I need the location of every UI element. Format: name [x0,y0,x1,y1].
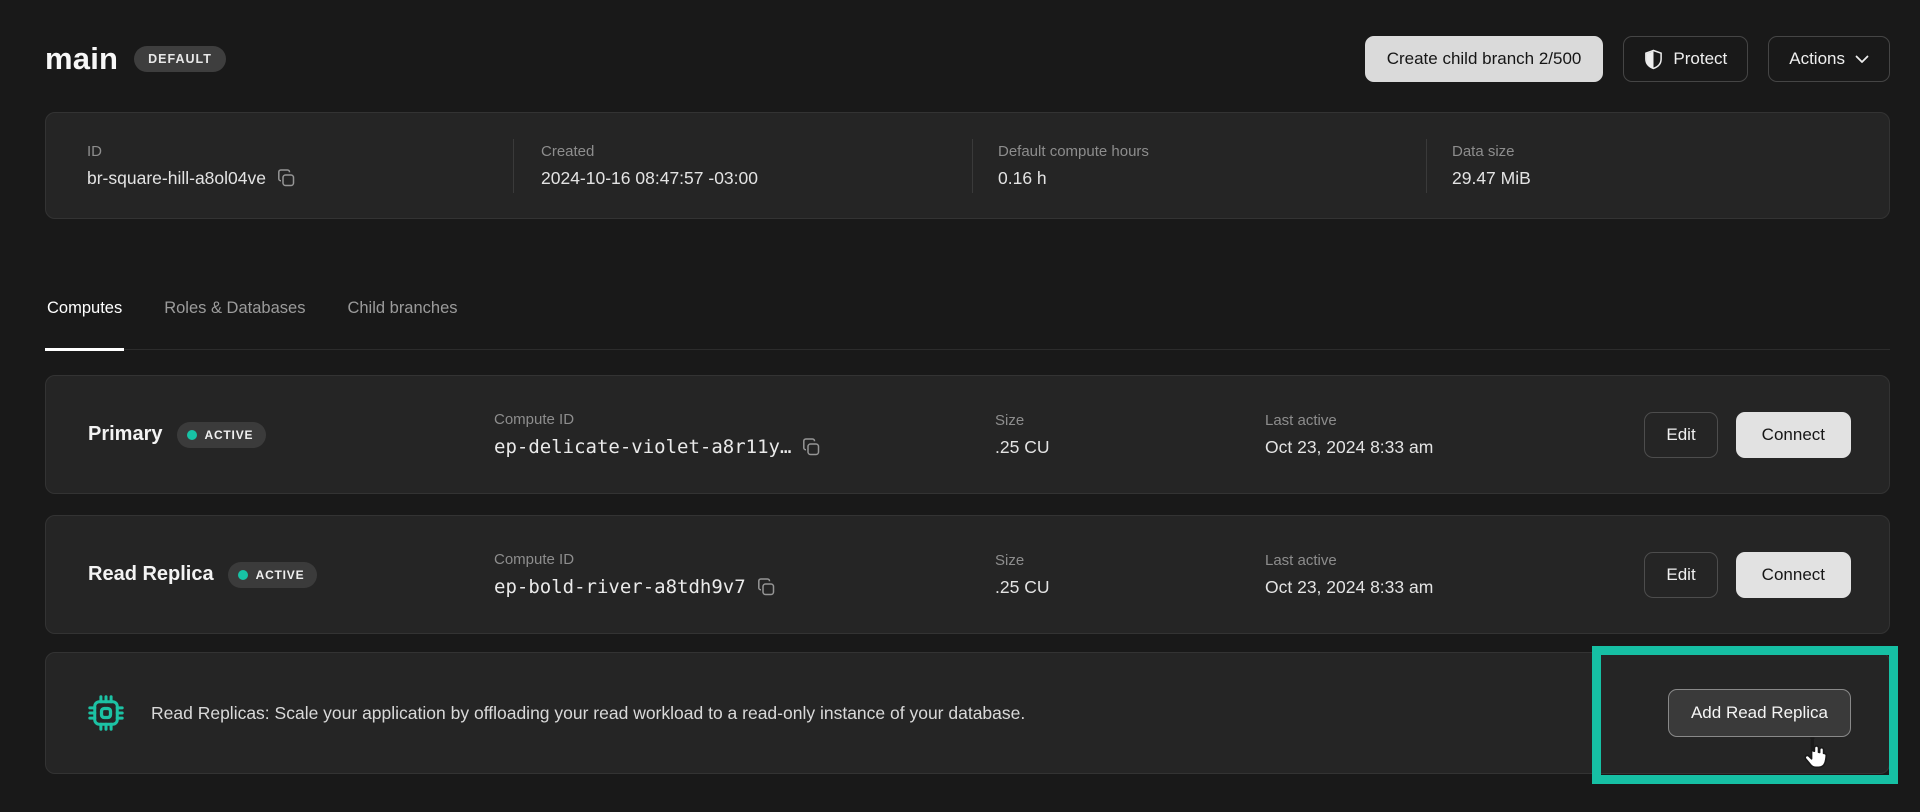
compute-name-cell: Read Replica ACTIVE [88,562,494,588]
branch-info-card: ID br-square-hill-a8ol04ve Created 2024-… [45,112,1890,219]
copy-compute-id-button[interactable] [801,437,821,457]
compute-id-label: Compute ID [494,411,995,428]
status-text: ACTIVE [205,428,254,442]
last-active-value: Oct 23, 2024 8:33 am [1265,577,1644,598]
compute-name-cell: Primary ACTIVE [88,422,494,448]
tab-child-branches[interactable]: Child branches [345,299,459,351]
edit-button[interactable]: Edit [1644,412,1717,458]
page-title: main [45,41,118,77]
copy-compute-id-button[interactable] [756,577,776,597]
status-dot-icon [238,570,248,580]
read-replica-banner: Read Replicas: Scale your application by… [45,652,1890,774]
last-active-cell: Last active Oct 23, 2024 8:33 am [1265,552,1644,598]
tab-computes[interactable]: Computes [45,299,124,351]
branch-id-label: ID [87,143,513,160]
compute-name: Primary [88,423,163,446]
compute-row-read-replica: Read Replica ACTIVE Compute ID ep-bold-r… [45,515,1890,634]
compute-id-label: Compute ID [494,551,995,568]
protect-button[interactable]: Protect [1623,36,1748,82]
compute-hours-field: Default compute hours 0.16 h [973,143,1426,189]
shield-icon [1644,49,1663,70]
compute-id-value: ep-bold-river-a8tdh9v7 [494,576,746,598]
row-buttons: Edit Connect [1644,412,1851,458]
last-active-label: Last active [1265,412,1644,429]
topbar-actions: Create child branch 2/500 Protect Action… [1365,36,1890,82]
last-active-label: Last active [1265,552,1644,569]
last-active-cell: Last active Oct 23, 2024 8:33 am [1265,412,1644,458]
connect-button[interactable]: Connect [1736,552,1851,598]
create-child-branch-button[interactable]: Create child branch 2/500 [1365,36,1604,82]
default-badge: DEFAULT [134,46,226,72]
cpu-chip-icon [88,695,124,731]
chevron-down-icon [1855,55,1869,64]
size-label: Size [995,552,1265,569]
created-label: Created [541,143,972,160]
compute-hours-label: Default compute hours [998,143,1426,160]
topbar: main DEFAULT Create child branch 2/500 P… [45,0,1890,82]
size-label: Size [995,412,1265,429]
created-value: 2024-10-16 08:47:57 -03:00 [541,168,972,189]
compute-id-value: ep-delicate-violet-a8r11y… [494,436,791,458]
data-size-value: 29.47 MiB [1452,168,1889,189]
compute-hours-value: 0.16 h [998,168,1426,189]
size-cell: Size .25 CU [995,412,1265,458]
status-badge: ACTIVE [177,422,267,448]
row-buttons: Edit Connect [1644,552,1851,598]
copy-icon [801,437,821,457]
copy-branch-id-button[interactable] [276,168,296,188]
branch-id-value: br-square-hill-a8ol04ve [87,168,266,189]
last-active-value: Oct 23, 2024 8:33 am [1265,437,1644,458]
banner-message: Read Replicas: Scale your application by… [151,703,1025,724]
created-field: Created 2024-10-16 08:47:57 -03:00 [514,143,972,189]
tab-roles-databases[interactable]: Roles & Databases [162,299,307,351]
size-value: .25 CU [995,577,1265,598]
size-value: .25 CU [995,437,1265,458]
branch-title-group: main DEFAULT [45,41,226,77]
branch-tabs: Computes Roles & Databases Child branche… [45,299,1890,350]
edit-button[interactable]: Edit [1644,552,1717,598]
connect-button[interactable]: Connect [1736,412,1851,458]
data-size-label: Data size [1452,143,1889,160]
copy-icon [756,577,776,597]
branch-id-field: ID br-square-hill-a8ol04ve [46,143,513,189]
banner-content: Read Replicas: Scale your application by… [88,695,1025,731]
status-badge: ACTIVE [228,562,318,588]
compute-row-primary: Primary ACTIVE Compute ID ep-delicate-vi… [45,375,1890,494]
actions-button[interactable]: Actions [1768,36,1890,82]
compute-id-cell: Compute ID ep-delicate-violet-a8r11y… [494,411,995,458]
protect-button-label: Protect [1673,49,1727,69]
branch-detail-page: main DEFAULT Create child branch 2/500 P… [0,0,1920,812]
data-size-field: Data size 29.47 MiB [1427,143,1889,189]
compute-id-cell: Compute ID ep-bold-river-a8tdh9v7 [494,551,995,598]
cursor-pointer-icon [1797,735,1833,778]
compute-name: Read Replica [88,563,214,586]
actions-button-label: Actions [1789,49,1845,69]
status-text: ACTIVE [256,568,305,582]
status-dot-icon [187,430,197,440]
copy-icon [276,168,296,188]
add-read-replica-button[interactable]: Add Read Replica [1668,689,1851,737]
size-cell: Size .25 CU [995,552,1265,598]
